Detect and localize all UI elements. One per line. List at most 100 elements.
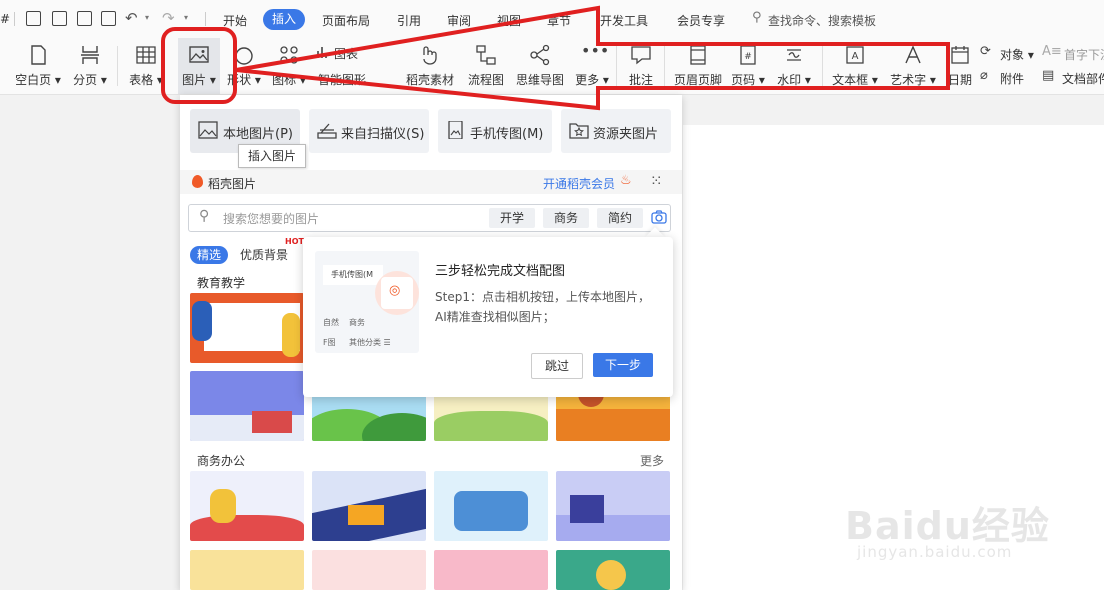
illus-label: 手机传图(M <box>331 270 374 279</box>
more-label: 更多 ▾ <box>575 73 609 87</box>
header-footer-label: 页眉页脚 <box>673 73 722 87</box>
search-tag-school[interactable]: 开学 <box>489 208 535 228</box>
thumb-business-5[interactable] <box>190 550 304 590</box>
daoke-label: 稻壳图片 <box>208 177 257 191</box>
shape-button[interactable]: 形状 ▾ <box>224 38 264 94</box>
blank-page-icon <box>31 45 46 65</box>
resource-folder-button[interactable]: 资源夹图片 <box>561 109 671 153</box>
textbox-button[interactable]: A 文本框 ▾ <box>828 38 882 94</box>
tab-featured[interactable]: 精选 <box>190 246 228 264</box>
tab-review[interactable]: 审阅 <box>447 12 471 29</box>
phone-upload-button[interactable]: 手机传图(M) <box>438 109 552 153</box>
scanner-button[interactable]: 来自扫描仪(S) <box>309 109 429 153</box>
export-pdf-icon[interactable] <box>52 11 67 26</box>
flowchart-button[interactable]: 流程图 <box>462 38 510 94</box>
thumb-business-1[interactable] <box>190 471 304 541</box>
tab-view[interactable]: 视图 <box>497 12 521 29</box>
icon-library-button[interactable]: 图标 ▾ <box>268 38 310 94</box>
attachment-button[interactable]: ⌀ 附件 <box>980 66 1040 90</box>
comment-label: 批注 <box>628 73 653 87</box>
picture-search-input[interactable] <box>221 209 475 229</box>
doc-parts-label: 文档部件 <box>1062 72 1104 86</box>
tab-chapter[interactable]: 章节 <box>547 12 571 29</box>
thumb-education-1[interactable] <box>190 293 304 363</box>
grid-apps-icon[interactable]: ⁙ <box>650 172 663 190</box>
daoke-material-button[interactable]: 稻壳素材 <box>402 38 458 94</box>
more-button[interactable]: ••• 更多 ▾ <box>570 38 614 94</box>
camera-icon[interactable] <box>651 210 667 224</box>
more-link[interactable]: 更多 <box>640 452 664 469</box>
doc-parts-icon: ▤ <box>1042 68 1055 83</box>
section-education-title: 教育教学 <box>197 276 246 290</box>
thumb-inner <box>454 491 528 531</box>
thumb-education-2[interactable] <box>190 371 304 441</box>
quick-access-dropdown-icon[interactable]: ▾ <box>184 13 188 22</box>
page-break-button[interactable]: 分页 ▾ <box>68 38 112 94</box>
tab-member[interactable]: 会员专享 <box>677 12 725 29</box>
mindmap-button[interactable]: 思维导图 <box>512 38 568 94</box>
wordart-icon <box>905 45 921 64</box>
tab-insert[interactable]: 插入 <box>263 9 305 30</box>
print-preview-icon[interactable] <box>101 11 116 26</box>
attachment-label: 附件 <box>1000 72 1025 86</box>
command-search-input[interactable]: 查找命令、搜索模板 <box>768 12 876 29</box>
date-button[interactable]: 日期 <box>944 38 976 94</box>
tab-developer[interactable]: 开发工具 <box>600 12 648 29</box>
thumb-business-7[interactable] <box>434 550 548 590</box>
thumb-business-8[interactable] <box>556 550 670 590</box>
thumb-inner <box>190 515 304 541</box>
svg-text:A: A <box>852 51 859 62</box>
picture-button[interactable]: 图片 ▾ <box>178 38 220 94</box>
tab-references[interactable]: 引用 <box>397 12 421 29</box>
tab-page-layout[interactable]: 页面布局 <box>322 12 370 29</box>
skip-button[interactable]: 跳过 <box>531 353 583 379</box>
table-button[interactable]: 表格 ▾ <box>124 38 168 94</box>
blank-page-label: 空白页 ▾ <box>15 73 61 87</box>
daoke-material-icon <box>423 46 437 65</box>
partial-hash-icon[interactable]: # <box>0 12 10 26</box>
undo-dropdown-icon[interactable]: ▾ <box>145 13 149 22</box>
wordart-label: 艺术字 ▾ <box>890 73 936 87</box>
tab-premium-background[interactable]: 优质背景 <box>240 246 288 264</box>
thumb-business-2[interactable] <box>312 471 426 541</box>
daoke-header-row: 稻壳图片 开通稻壳会员 ♨ ⁙ <box>180 170 682 194</box>
vip-link[interactable]: 开通稻壳会员 <box>543 175 615 192</box>
save-icon[interactable] <box>26 11 41 26</box>
thumb-inner <box>556 409 670 441</box>
search-icon[interactable]: ⚲ <box>752 10 762 25</box>
thumb-business-3[interactable] <box>434 471 548 541</box>
mindmap-icon <box>530 44 550 66</box>
table-icon <box>136 46 156 64</box>
divider <box>822 46 823 86</box>
icon-library-label: 图标 ▾ <box>272 73 306 87</box>
thumb-business-4[interactable] <box>556 471 670 541</box>
chart-icon <box>317 47 327 58</box>
flowchart-label: 流程图 <box>467 73 504 87</box>
smart-graphic-button[interactable]: 图表 智能图形 <box>314 38 388 94</box>
picture-search-box: ⚲ 开学 商务 简约 <box>188 204 671 232</box>
header-footer-button[interactable]: 页眉页脚 <box>670 38 726 94</box>
print-icon[interactable] <box>77 11 92 26</box>
watermark-url: jingyan.baidu.com <box>857 543 1013 561</box>
search-tag-business[interactable]: 商务 <box>543 208 589 228</box>
insert-picture-tooltip: 插入图片 <box>238 144 306 168</box>
search-tag-simple[interactable]: 简约 <box>597 208 643 228</box>
illus-tag: 商务 <box>349 318 365 327</box>
illus-tag: F图 <box>323 338 336 347</box>
doc-parts-button[interactable]: ▤ 文档部件 <box>1042 66 1104 90</box>
redo-icon[interactable]: ↷ <box>162 9 175 27</box>
page-number-button[interactable]: # 页码 ▾ <box>728 38 768 94</box>
thumb-business-6[interactable] <box>312 550 426 590</box>
page-number-icon: # <box>740 45 756 65</box>
watermark-button[interactable]: 水印 ▾ <box>772 38 816 94</box>
wordart-button[interactable]: 艺术字 ▾ <box>886 38 940 94</box>
chart-label[interactable]: 图表 <box>334 45 358 62</box>
thumb-figure <box>570 495 604 523</box>
daoke-material-label: 稻壳素材 <box>405 73 454 87</box>
blank-page-button[interactable]: 空白页 ▾ <box>12 38 64 94</box>
tab-start[interactable]: 开始 <box>223 12 247 29</box>
local-picture-label: 本地图片(P) <box>223 127 293 142</box>
comment-button[interactable]: 批注 <box>622 38 660 94</box>
next-step-button[interactable]: 下一步 <box>593 353 653 377</box>
undo-icon[interactable]: ↶ <box>125 9 138 27</box>
